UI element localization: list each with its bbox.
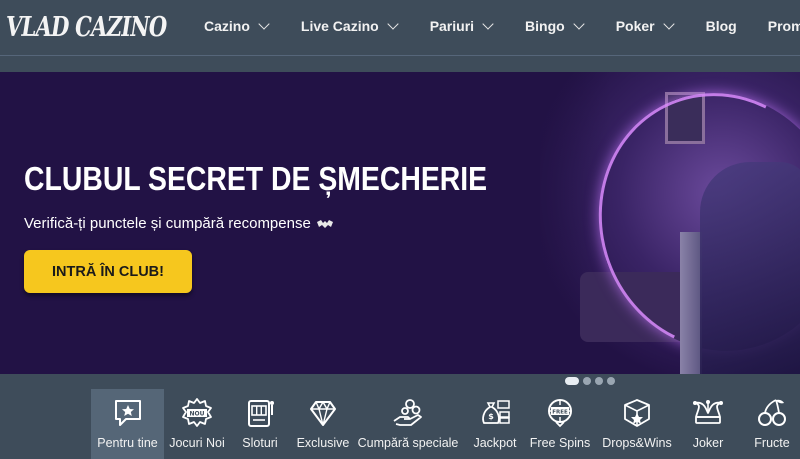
svg-text:FREE: FREE bbox=[552, 410, 568, 416]
category-label: Exclusive bbox=[296, 436, 350, 450]
vlad-cazino-logo[interactable]: VLAD CAZINO bbox=[6, 6, 212, 48]
carousel-dot[interactable] bbox=[583, 377, 591, 385]
category-label: Sloturi bbox=[242, 436, 278, 450]
carousel-dot[interactable] bbox=[607, 377, 615, 385]
nav-label: Pariuri bbox=[429, 18, 475, 34]
category-label: Joker bbox=[692, 436, 724, 450]
nav-label: Live Cazino bbox=[300, 18, 379, 34]
star-chat-icon bbox=[111, 396, 145, 430]
nav-label: Bingo bbox=[525, 18, 565, 34]
category-label: Jackpot bbox=[473, 436, 517, 450]
svg-text:NOU: NOU bbox=[190, 411, 205, 418]
slot-machine-icon bbox=[243, 396, 277, 430]
enter-club-button[interactable]: INTRĂ ÎN CLUB! bbox=[24, 250, 192, 293]
cherries-icon bbox=[755, 396, 789, 430]
chevron-down-icon bbox=[258, 17, 270, 30]
category-exclusive[interactable]: Exclusive bbox=[292, 389, 354, 459]
nav-item-blog[interactable]: Blog bbox=[706, 18, 737, 34]
category-jackpot[interactable]: $ Jackpot bbox=[470, 389, 520, 459]
nav-item-live-cazino[interactable]: Live Cazino bbox=[300, 17, 399, 34]
nav-label: Promoții bbox=[767, 18, 800, 34]
svg-text:$: $ bbox=[488, 412, 494, 421]
category-label: Pentru tine bbox=[97, 436, 158, 450]
top-navigation-bar: VLAD CAZINO Cazino Live Cazino Pariuri B… bbox=[0, 0, 800, 56]
category-label: Free Spins bbox=[529, 436, 591, 450]
free-spins-icon: FREE bbox=[543, 396, 577, 430]
chevron-down-icon bbox=[387, 17, 399, 30]
carousel-dot[interactable] bbox=[595, 377, 603, 385]
carousel-dot[interactable] bbox=[565, 377, 579, 385]
gift-box-icon bbox=[620, 396, 654, 430]
nav-item-poker[interactable]: Poker bbox=[615, 17, 675, 34]
nav-item-pariuri[interactable]: Pariuri bbox=[429, 17, 494, 34]
bat-icon bbox=[316, 220, 333, 229]
money-bag-icon: $ bbox=[478, 396, 512, 430]
hero-subtitle-text: Verifică-ți punctele și cumpără recompen… bbox=[24, 215, 311, 232]
new-badge-icon: NOU bbox=[180, 396, 214, 430]
chevron-down-icon bbox=[482, 17, 494, 30]
carousel-indicators bbox=[565, 377, 619, 385]
coins-hand-icon bbox=[391, 396, 425, 430]
category-free-spins[interactable]: FREE Free Spins bbox=[528, 389, 592, 459]
nav-item-bingo[interactable]: Bingo bbox=[525, 17, 585, 34]
category-label: Fructe bbox=[754, 436, 790, 450]
main-nav: Cazino Live Cazino Pariuri Bingo Poker B… bbox=[190, 0, 800, 52]
category-joker[interactable]: Joker bbox=[686, 389, 730, 459]
logo-text: VLAD CAZINO bbox=[6, 11, 167, 43]
diamond-icon bbox=[306, 396, 340, 430]
jester-hat-icon bbox=[691, 396, 725, 430]
category-drops-wins[interactable]: Drops&Wins bbox=[598, 389, 676, 459]
hero-banner[interactable]: CLUBUL SECRET DE ȘMECHERIE Verifică-ți p… bbox=[0, 72, 800, 374]
category-label: Cumpără speciale bbox=[357, 436, 459, 450]
category-label: Drops&Wins bbox=[602, 436, 672, 450]
hero-illustration bbox=[470, 72, 800, 374]
hero-subtitle: Verifică-ți punctele și cumpără recompen… bbox=[24, 215, 333, 232]
nav-label: Blog bbox=[705, 18, 737, 34]
nav-label: Cazino bbox=[204, 18, 250, 34]
chevron-down-icon bbox=[573, 17, 585, 30]
hero-title: CLUBUL SECRET DE ȘMECHERIE bbox=[24, 160, 488, 197]
chevron-down-icon bbox=[662, 17, 675, 30]
category-pentru-tine[interactable]: Pentru tine bbox=[91, 389, 164, 459]
category-sloturi[interactable]: Sloturi bbox=[232, 389, 288, 459]
category-jocuri-noi[interactable]: NOU Jocuri Noi bbox=[164, 389, 230, 459]
nav-item-cazino[interactable]: Cazino bbox=[204, 17, 270, 34]
nav-item-promotii[interactable]: Promoții bbox=[768, 18, 800, 34]
category-cumpara-speciale[interactable]: Cumpără speciale bbox=[358, 389, 458, 459]
category-label: Jocuri Noi bbox=[169, 436, 225, 450]
nav-label: Poker bbox=[615, 18, 655, 34]
game-category-bar: Pentru tine NOU Jocuri Noi Sloturi Exclu… bbox=[0, 389, 800, 459]
category-fructe[interactable]: Fructe bbox=[750, 389, 794, 459]
